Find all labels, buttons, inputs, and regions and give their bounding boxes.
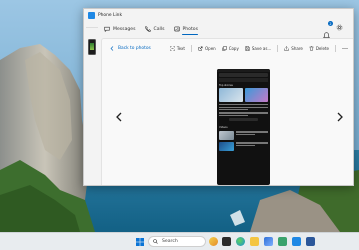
save-as-button-label: Save as... <box>251 45 272 51</box>
open-button[interactable]: Open <box>198 46 216 51</box>
toolbar-divider <box>335 44 336 52</box>
copy-icon <box>221 45 227 51</box>
phone-icon <box>144 26 151 32</box>
back-to-photos-label: Back to photos <box>118 45 151 51</box>
photo-video-row <box>219 142 268 152</box>
delete-button[interactable]: Delete <box>309 46 329 51</box>
back-to-photos-button[interactable]: Back to photos <box>110 46 151 51</box>
photo-top-stories-heading: Top stories <box>219 84 233 87</box>
text-button-label: Text <box>176 45 185 51</box>
photo-preview: Top stories Videos <box>217 69 270 185</box>
start-button[interactable] <box>136 238 144 246</box>
previous-photo-button[interactable] <box>115 112 123 122</box>
photo-toolbar: Back to photos Text Open Copy Save as...… <box>102 43 353 53</box>
connected-phone-thumbnail[interactable] <box>88 39 96 55</box>
message-icon <box>104 26 110 32</box>
share-icon <box>284 45 290 51</box>
tab-messages-label: Messages <box>113 26 136 32</box>
photo-video-row <box>219 131 268 141</box>
window-body: Messages Calls Photos 2 Back to photos T… <box>84 21 353 185</box>
chevron-left-icon <box>110 45 114 51</box>
top-navigation: Messages Calls Photos <box>104 23 207 35</box>
rail-divider <box>86 27 98 28</box>
notification-count-badge: 2 <box>328 21 333 26</box>
more-dots-icon <box>342 47 348 49</box>
taskbar-search-box[interactable]: Search <box>148 236 206 247</box>
phone-link-taskbar-icon[interactable] <box>292 237 301 246</box>
photo-videos-heading: Videos <box>219 126 228 130</box>
photo-viewer: Back to photos Text Open Copy Save as...… <box>101 38 353 185</box>
tab-calls[interactable]: Calls <box>144 26 165 32</box>
tab-calls-label: Calls <box>153 26 165 32</box>
taskbar-search-label: Search <box>162 239 178 244</box>
search-icon <box>153 239 158 244</box>
taskbar: Search <box>0 232 359 250</box>
tab-messages[interactable]: Messages <box>104 26 136 32</box>
notifications-button[interactable]: 2 <box>323 21 333 39</box>
photo-story-card <box>244 88 268 102</box>
photo-video-thumbnail <box>219 142 234 152</box>
store-icon[interactable] <box>264 237 273 246</box>
widgets-icon[interactable] <box>209 237 218 246</box>
save-icon <box>245 45 250 51</box>
edge-browser-icon[interactable] <box>236 237 245 246</box>
task-view-icon[interactable] <box>222 237 231 246</box>
photo-url-bar <box>219 73 268 77</box>
photo-story-text <box>219 112 268 117</box>
copy-button-label: Copy <box>228 45 239 51</box>
photo-see-more-bar <box>229 118 258 122</box>
app-icon[interactable] <box>306 237 315 246</box>
trash-icon <box>309 45 314 51</box>
left-rail <box>84 21 101 185</box>
photo-story-cards <box>219 88 268 102</box>
tab-photos-label: Photos <box>182 26 199 32</box>
copy-button[interactable]: Copy <box>221 45 239 51</box>
next-photo-button[interactable] <box>336 112 344 122</box>
delete-button-label: Delete <box>315 45 329 51</box>
phone-link-app-icon <box>88 11 95 19</box>
top-right-controls: 2 <box>323 21 343 39</box>
share-button[interactable]: Share <box>284 46 303 51</box>
open-icon <box>198 46 203 50</box>
photo-actions: Text Open Copy Save as... Share Delete <box>164 44 350 52</box>
title-bar: Phone Link <box>84 9 353 21</box>
text-select-icon <box>170 45 175 51</box>
window-title: Phone Link <box>98 12 122 18</box>
photo-status-bar <box>217 69 270 72</box>
phone-link-window: Phone Link Messages Calls Photos 2 Back … <box>83 8 354 186</box>
photos-icon <box>173 26 180 32</box>
photo-story-text <box>219 104 268 111</box>
file-explorer-icon[interactable] <box>250 237 259 246</box>
toolbar-divider <box>277 44 279 52</box>
photo-video-thumbnail <box>219 131 234 141</box>
app-icon[interactable] <box>278 237 287 246</box>
photo-header-strip <box>219 78 268 82</box>
photo-story-card <box>219 88 243 102</box>
open-button-label: Open <box>205 45 216 51</box>
toolbar-divider <box>191 44 192 52</box>
more-options-button[interactable] <box>342 47 350 50</box>
text-button[interactable]: Text <box>170 46 185 51</box>
gear-icon[interactable] <box>336 24 343 31</box>
tab-photos[interactable]: Photos <box>173 26 199 35</box>
share-button-label: Share <box>291 45 303 51</box>
save-as-button[interactable]: Save as... <box>245 46 271 51</box>
